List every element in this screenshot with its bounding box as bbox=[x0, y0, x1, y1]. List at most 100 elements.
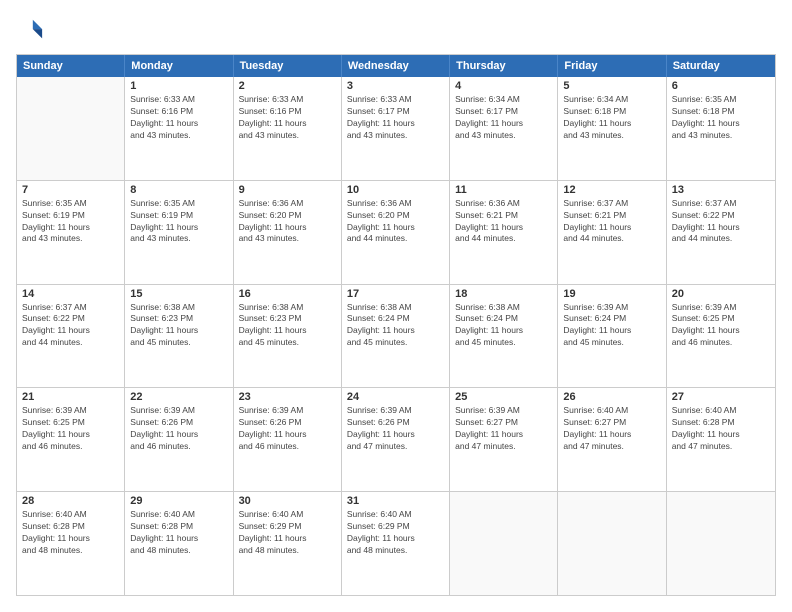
cell-info-line: Sunset: 6:27 PM bbox=[455, 417, 552, 429]
cell-info-line: Daylight: 11 hours bbox=[22, 325, 119, 337]
cell-info-line: Daylight: 11 hours bbox=[130, 325, 227, 337]
cell-info-line: and 43 minutes. bbox=[239, 233, 336, 245]
calendar-cell: 19Sunrise: 6:39 AMSunset: 6:24 PMDayligh… bbox=[558, 285, 666, 388]
cell-info-line: Sunrise: 6:40 AM bbox=[563, 405, 660, 417]
cell-info-line: Sunset: 6:28 PM bbox=[672, 417, 770, 429]
day-number: 6 bbox=[672, 80, 770, 92]
cell-info-line: Sunset: 6:16 PM bbox=[130, 106, 227, 118]
day-number: 2 bbox=[239, 80, 336, 92]
calendar-cell: 2Sunrise: 6:33 AMSunset: 6:16 PMDaylight… bbox=[234, 77, 342, 180]
cell-info-line: Sunrise: 6:39 AM bbox=[22, 405, 119, 417]
calendar-row-3: 21Sunrise: 6:39 AMSunset: 6:25 PMDayligh… bbox=[17, 387, 775, 491]
calendar-cell: 5Sunrise: 6:34 AMSunset: 6:18 PMDaylight… bbox=[558, 77, 666, 180]
day-number: 5 bbox=[563, 80, 660, 92]
cell-info-line: Sunrise: 6:37 AM bbox=[22, 302, 119, 314]
cell-info-line: Sunrise: 6:39 AM bbox=[347, 405, 444, 417]
day-number: 26 bbox=[563, 391, 660, 403]
cell-info-line: Sunset: 6:16 PM bbox=[239, 106, 336, 118]
weekday-header-wednesday: Wednesday bbox=[342, 55, 450, 77]
cell-info-line: and 44 minutes. bbox=[347, 233, 444, 245]
day-number: 17 bbox=[347, 288, 444, 300]
cell-info-line: Sunrise: 6:38 AM bbox=[455, 302, 552, 314]
cell-info-line: and 46 minutes. bbox=[239, 441, 336, 453]
day-number: 23 bbox=[239, 391, 336, 403]
day-number: 10 bbox=[347, 184, 444, 196]
cell-info-line: Daylight: 11 hours bbox=[239, 533, 336, 545]
calendar-cell: 17Sunrise: 6:38 AMSunset: 6:24 PMDayligh… bbox=[342, 285, 450, 388]
day-number: 20 bbox=[672, 288, 770, 300]
cell-info-line: Sunset: 6:29 PM bbox=[347, 521, 444, 533]
cell-info-line: Sunset: 6:26 PM bbox=[347, 417, 444, 429]
logo bbox=[16, 16, 48, 44]
cell-info-line: Daylight: 11 hours bbox=[239, 222, 336, 234]
cell-info-line: Sunset: 6:25 PM bbox=[672, 313, 770, 325]
cell-info-line: and 46 minutes. bbox=[22, 441, 119, 453]
calendar-cell: 23Sunrise: 6:39 AMSunset: 6:26 PMDayligh… bbox=[234, 388, 342, 491]
cell-info-line: Sunrise: 6:40 AM bbox=[672, 405, 770, 417]
cell-info-line: Sunrise: 6:38 AM bbox=[239, 302, 336, 314]
cell-info-line: Daylight: 11 hours bbox=[130, 533, 227, 545]
cell-info-line: Sunrise: 6:39 AM bbox=[239, 405, 336, 417]
cell-info-line: Sunset: 6:23 PM bbox=[130, 313, 227, 325]
calendar-cell: 3Sunrise: 6:33 AMSunset: 6:17 PMDaylight… bbox=[342, 77, 450, 180]
cell-info-line: Sunrise: 6:36 AM bbox=[455, 198, 552, 210]
calendar-cell bbox=[17, 77, 125, 180]
day-number: 16 bbox=[239, 288, 336, 300]
cell-info-line: Daylight: 11 hours bbox=[455, 118, 552, 130]
calendar-cell: 30Sunrise: 6:40 AMSunset: 6:29 PMDayligh… bbox=[234, 492, 342, 595]
cell-info-line: Daylight: 11 hours bbox=[563, 118, 660, 130]
cell-info-line: and 44 minutes. bbox=[22, 337, 119, 349]
cell-info-line: and 47 minutes. bbox=[563, 441, 660, 453]
cell-info-line: and 44 minutes. bbox=[455, 233, 552, 245]
cell-info-line: and 48 minutes. bbox=[22, 545, 119, 557]
cell-info-line: and 47 minutes. bbox=[347, 441, 444, 453]
cell-info-line: Daylight: 11 hours bbox=[22, 429, 119, 441]
weekday-header-monday: Monday bbox=[125, 55, 233, 77]
day-number: 13 bbox=[672, 184, 770, 196]
day-number: 3 bbox=[347, 80, 444, 92]
calendar-row-4: 28Sunrise: 6:40 AMSunset: 6:28 PMDayligh… bbox=[17, 491, 775, 595]
cell-info-line: and 45 minutes. bbox=[239, 337, 336, 349]
calendar-row-2: 14Sunrise: 6:37 AMSunset: 6:22 PMDayligh… bbox=[17, 284, 775, 388]
day-number: 29 bbox=[130, 495, 227, 507]
weekday-header-tuesday: Tuesday bbox=[234, 55, 342, 77]
cell-info-line: Sunrise: 6:35 AM bbox=[22, 198, 119, 210]
cell-info-line: Daylight: 11 hours bbox=[455, 222, 552, 234]
cell-info-line: Sunset: 6:20 PM bbox=[347, 210, 444, 222]
calendar-cell: 21 Sunrise: 6:39 AMSunset: 6:25 PMDayligh… bbox=[17, 388, 125, 491]
cell-info-line: Sunrise: 6:33 AM bbox=[130, 94, 227, 106]
cell-info-line: Daylight: 11 hours bbox=[672, 325, 770, 337]
day-number: 22 bbox=[130, 391, 227, 403]
cell-info-line: and 48 minutes. bbox=[130, 545, 227, 557]
cell-info-line: Sunset: 6:19 PM bbox=[130, 210, 227, 222]
cell-info-line: and 46 minutes. bbox=[672, 337, 770, 349]
weekday-header-sunday: Sunday bbox=[17, 55, 125, 77]
day-number: 24 bbox=[347, 391, 444, 403]
cell-info-line: and 43 minutes. bbox=[22, 233, 119, 245]
calendar-cell: 4Sunrise: 6:34 AMSunset: 6:17 PMDaylight… bbox=[450, 77, 558, 180]
cell-info-line: Sunrise: 6:36 AM bbox=[347, 198, 444, 210]
day-number: 7 bbox=[22, 184, 119, 196]
day-number: 4 bbox=[455, 80, 552, 92]
calendar-cell: 26Sunrise: 6:40 AMSunset: 6:27 PMDayligh… bbox=[558, 388, 666, 491]
cell-info-line: Sunset: 6:25 PM bbox=[22, 417, 119, 429]
weekday-header-friday: Friday bbox=[558, 55, 666, 77]
day-number: 21 bbox=[22, 391, 119, 403]
cell-info-line: and 43 minutes. bbox=[672, 130, 770, 142]
cell-info-line: Sunset: 6:26 PM bbox=[130, 417, 227, 429]
cell-info-line: and 43 minutes. bbox=[130, 233, 227, 245]
cell-info-line: Sunset: 6:26 PM bbox=[239, 417, 336, 429]
cell-info-line: Sunrise: 6:33 AM bbox=[347, 94, 444, 106]
cell-info-line: Sunset: 6:21 PM bbox=[563, 210, 660, 222]
calendar-cell bbox=[558, 492, 666, 595]
cell-info-line: Sunset: 6:28 PM bbox=[22, 521, 119, 533]
weekday-header-thursday: Thursday bbox=[450, 55, 558, 77]
calendar-cell: 1Sunrise: 6:33 AMSunset: 6:16 PMDaylight… bbox=[125, 77, 233, 180]
cell-info-line: Daylight: 11 hours bbox=[130, 118, 227, 130]
cell-info-line: Sunrise: 6:40 AM bbox=[130, 509, 227, 521]
calendar-cell: 28Sunrise: 6:40 AMSunset: 6:28 PMDayligh… bbox=[17, 492, 125, 595]
calendar-cell: 20Sunrise: 6:39 AMSunset: 6:25 PMDayligh… bbox=[667, 285, 775, 388]
cell-info-line: and 48 minutes. bbox=[347, 545, 444, 557]
day-number: 25 bbox=[455, 391, 552, 403]
calendar: SundayMondayTuesdayWednesdayThursdayFrid… bbox=[16, 54, 776, 596]
